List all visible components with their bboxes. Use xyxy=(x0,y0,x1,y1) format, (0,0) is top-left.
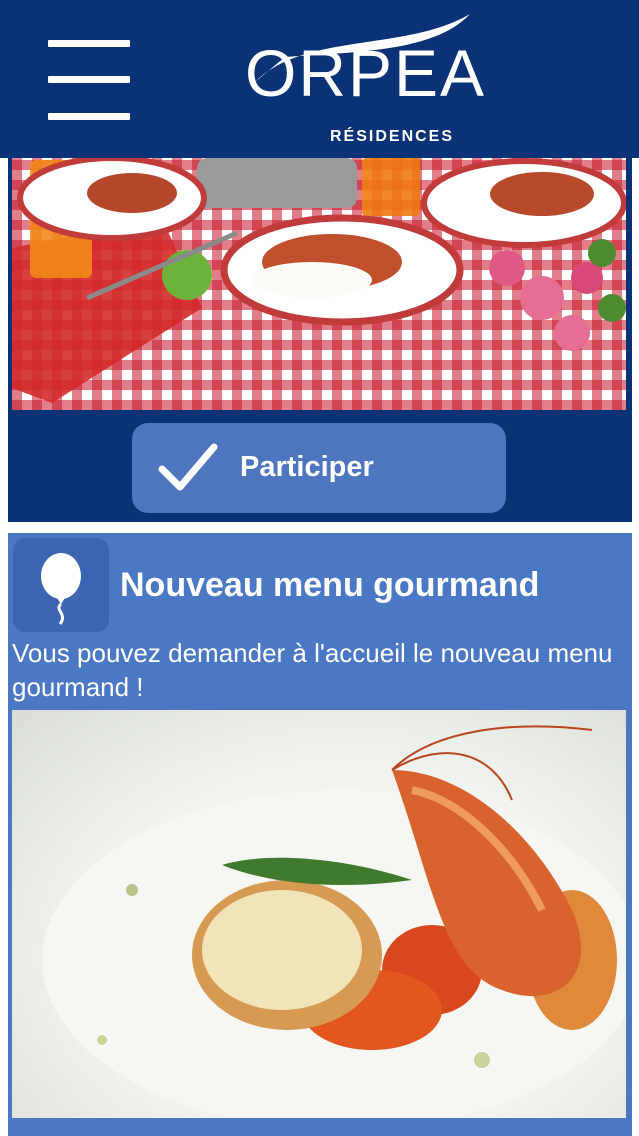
balloon-icon-box xyxy=(13,538,109,632)
seafood-illustration xyxy=(42,725,626,1118)
balloon-icon xyxy=(41,553,81,625)
food-table-photo xyxy=(12,158,626,410)
participate-button[interactable]: Participer xyxy=(132,423,506,513)
app-header: ORPEA RÉSIDENCES xyxy=(0,0,639,158)
brand-subtitle: RÉSIDENCES xyxy=(330,128,455,145)
news-card[interactable]: Nouveau menu gourmand Vous pouvez demand… xyxy=(8,533,632,1136)
food-illustration xyxy=(12,158,626,403)
event-card: Participer xyxy=(8,158,632,522)
checkmark-icon xyxy=(158,443,218,491)
news-title: Nouveau menu gourmand xyxy=(120,566,540,604)
seafood-dish-photo xyxy=(12,710,626,1118)
brand-name: ORPEA xyxy=(245,36,487,110)
hamburger-menu-icon[interactable] xyxy=(48,40,130,120)
participate-label: Participer xyxy=(240,451,374,483)
news-description: Vous pouvez demander à l'accueil le nouv… xyxy=(12,638,613,702)
brand-logo: ORPEA RÉSIDENCES xyxy=(245,12,520,152)
